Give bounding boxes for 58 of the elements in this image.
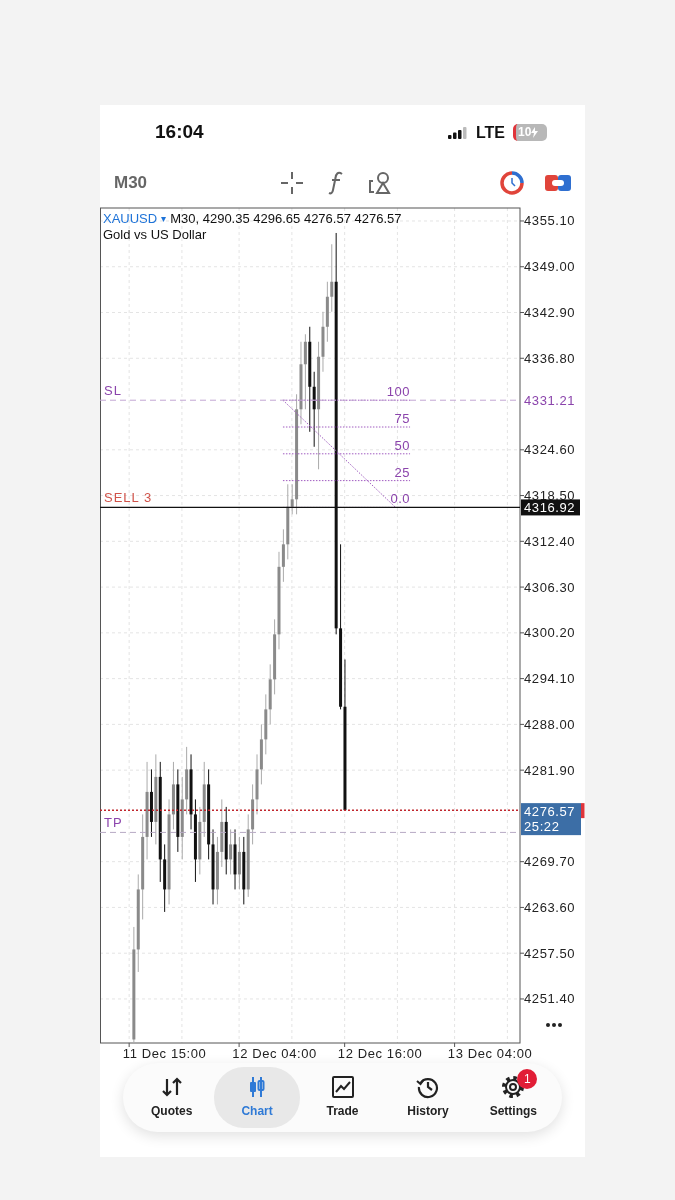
- symbol-name[interactable]: XAUUSD: [103, 211, 158, 227]
- tag-marker: [581, 803, 585, 819]
- arrows-icon: [159, 1075, 184, 1099]
- fib-level-label: 25: [394, 464, 411, 480]
- y-axis-label: 4263.60: [524, 899, 576, 915]
- x-axis-label: 12 Dec 04:00: [232, 1046, 317, 1061]
- y-axis-label: 4336.80: [524, 350, 576, 366]
- shapes-icon[interactable]: [368, 170, 392, 195]
- y-axis-label: 4324.60: [524, 442, 576, 458]
- y-axis-label: 4306.30: [524, 579, 576, 595]
- y-axis-label: 4257.50: [524, 945, 576, 961]
- fib-level-label: 50: [394, 437, 411, 453]
- bid-price: 4276.57: [524, 804, 576, 820]
- take-profit-label: TP: [104, 815, 123, 831]
- line-chart-icon: [330, 1075, 355, 1099]
- trade-tab[interactable]: Trade: [299, 1067, 386, 1128]
- x-axis-label: 11 Dec 15:00: [122, 1046, 207, 1061]
- y-axis-label: 4342.90: [524, 305, 576, 320]
- fib-level-label: 0.0: [390, 491, 411, 507]
- quote-values: M30, 4290.35 4296.65 4276.57 4276.57: [170, 211, 402, 227]
- toggle-icon[interactable]: [545, 172, 571, 193]
- history-tab[interactable]: History: [385, 1067, 471, 1128]
- network-label: LTE: [475, 122, 505, 143]
- crosshair-icon[interactable]: [280, 170, 304, 195]
- function-icon[interactable]: [328, 170, 344, 195]
- order-price-tag: 4316.92: [521, 499, 580, 516]
- order-label: SELL 3: [104, 490, 153, 506]
- y-axis-label: 4355.10: [524, 213, 576, 229]
- settings-tab[interactable]: Settings 1: [470, 1067, 557, 1128]
- status-time: 16:04: [155, 120, 204, 145]
- clock-ring-icon[interactable]: [500, 170, 524, 195]
- quotes-tab[interactable]: Quotes: [129, 1067, 215, 1128]
- notification-badge: 1: [517, 1069, 538, 1089]
- bar-timer: 25:22: [524, 819, 560, 835]
- more-icon[interactable]: [546, 1023, 562, 1027]
- x-axis-label: 13 Dec 04:00: [447, 1046, 533, 1061]
- battery-indicator: 10: [513, 124, 547, 141]
- chart-tab[interactable]: Chart: [214, 1067, 300, 1128]
- fib-level-label: 100: [386, 384, 411, 400]
- y-axis-label: 4349.00: [524, 259, 576, 275]
- bid-price-tag: [521, 803, 581, 836]
- x-axis-label: 12 Dec 16:00: [337, 1046, 423, 1061]
- symbol-description: Gold vs US Dollar: [103, 227, 208, 243]
- stop-loss-label: SL: [104, 383, 122, 399]
- y-axis-label: 4312.40: [524, 533, 576, 549]
- y-axis-label: 4288.00: [524, 716, 576, 732]
- timeframe-button[interactable]: M30: [114, 169, 280, 196]
- dropdown-caret[interactable]: ▾: [161, 211, 167, 227]
- y-axis-label: 4269.70: [524, 854, 576, 870]
- y-axis-label: 4281.90: [524, 762, 576, 778]
- y-axis-label: 4251.40: [524, 991, 576, 1007]
- fib-level-label: 75: [394, 411, 411, 426]
- history-icon: [415, 1075, 440, 1099]
- stop-loss-price: 4331.21: [524, 392, 576, 408]
- y-axis-label: 4294.10: [524, 671, 576, 687]
- signal-icon: [447, 126, 468, 139]
- y-axis-label: 4300.20: [524, 625, 576, 641]
- settings-icon: [501, 1075, 526, 1099]
